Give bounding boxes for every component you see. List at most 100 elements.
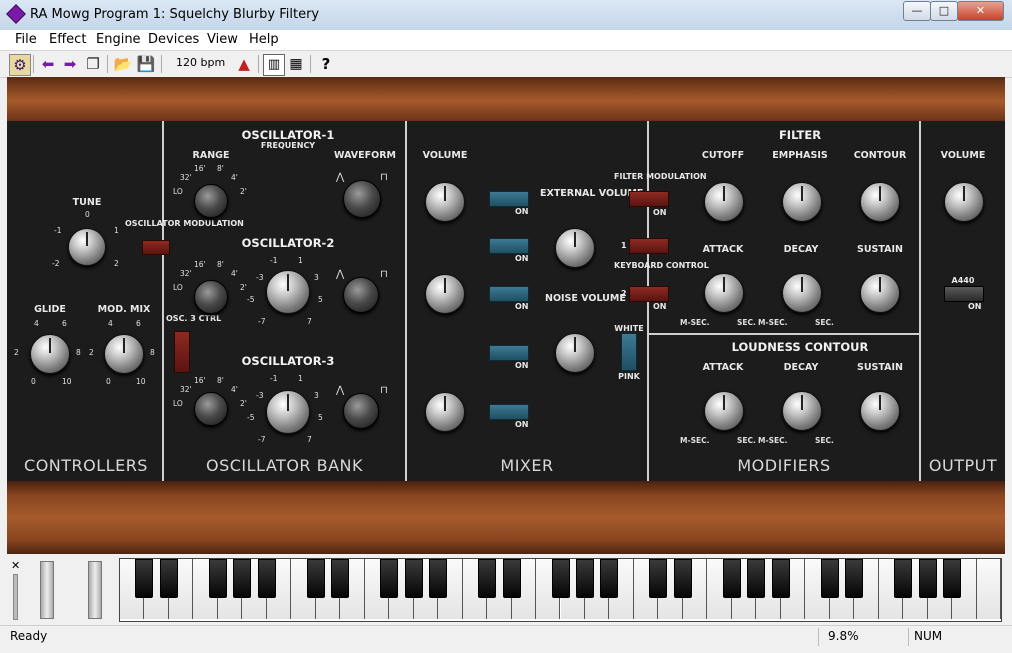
mixer-osc2-switch[interactable] bbox=[489, 286, 529, 302]
mixer-ext-switch[interactable] bbox=[489, 238, 529, 254]
black-key[interactable] bbox=[331, 559, 350, 598]
a440-switch[interactable] bbox=[944, 286, 984, 302]
black-key[interactable] bbox=[894, 559, 913, 598]
osc-mod-switch[interactable] bbox=[142, 240, 170, 255]
black-key[interactable] bbox=[771, 559, 790, 598]
black-key[interactable] bbox=[722, 559, 741, 598]
close-keyboard-icon[interactable]: ✕ bbox=[11, 559, 20, 572]
mixer-osc2-volume-knob[interactable] bbox=[425, 274, 465, 314]
modulation-wheel[interactable] bbox=[88, 561, 102, 619]
status-text: Ready bbox=[10, 629, 48, 643]
mixer-osc1-volume-knob[interactable] bbox=[425, 182, 465, 222]
white-key[interactable] bbox=[976, 559, 1001, 619]
osc1-range-knob[interactable] bbox=[194, 184, 228, 218]
osc3-frequency-knob[interactable] bbox=[266, 390, 310, 434]
menu-engine[interactable]: Engine bbox=[96, 32, 141, 47]
modmix-knob[interactable] bbox=[104, 334, 144, 374]
black-key[interactable] bbox=[575, 559, 594, 598]
black-key[interactable] bbox=[257, 559, 276, 598]
black-key[interactable] bbox=[845, 559, 864, 598]
black-key[interactable] bbox=[429, 559, 448, 598]
menu-help[interactable]: Help bbox=[249, 32, 279, 47]
tick-label: 8' bbox=[217, 164, 224, 173]
emphasis-knob[interactable] bbox=[782, 182, 822, 222]
loud-decay-knob[interactable] bbox=[782, 391, 822, 431]
black-key[interactable] bbox=[673, 559, 692, 598]
glide-knob[interactable] bbox=[30, 334, 70, 374]
pitch-bend-wheel[interactable] bbox=[40, 561, 54, 619]
black-key[interactable] bbox=[380, 559, 399, 598]
filter-attack-knob[interactable] bbox=[704, 273, 744, 313]
menu-devices[interactable]: Devices bbox=[148, 32, 199, 47]
black-key[interactable] bbox=[747, 559, 766, 598]
minimize-button[interactable]: — bbox=[903, 1, 931, 21]
mixer-osc3-volume-knob[interactable] bbox=[425, 392, 465, 432]
filter-decay-knob[interactable] bbox=[782, 273, 822, 313]
mixer-noise-switch[interactable] bbox=[489, 345, 529, 361]
mixer-osc1-switch[interactable] bbox=[489, 191, 529, 207]
osc1-title: OSCILLATOR-1 bbox=[241, 128, 335, 142]
black-key[interactable] bbox=[600, 559, 619, 598]
save-icon[interactable]: 💾 bbox=[136, 54, 156, 74]
keyboard-control-label: KEYBOARD CONTROL bbox=[614, 261, 709, 270]
open-folder-icon[interactable]: 📂 bbox=[113, 54, 133, 74]
panel-icon[interactable]: ▦ bbox=[286, 54, 306, 74]
black-key[interactable] bbox=[649, 559, 668, 598]
loud-attack-knob[interactable] bbox=[704, 391, 744, 431]
menu-file[interactable]: File bbox=[15, 32, 37, 47]
noise-color-switch[interactable] bbox=[621, 333, 637, 371]
black-key[interactable] bbox=[918, 559, 937, 598]
black-key[interactable] bbox=[306, 559, 325, 598]
filter-mod-label: FILTER MODULATION bbox=[614, 172, 707, 181]
osc3-range-knob[interactable] bbox=[194, 392, 228, 426]
menu-effect[interactable]: Effect bbox=[49, 32, 86, 47]
keyboard-icon[interactable]: ▥ bbox=[263, 54, 285, 76]
copy-icon[interactable]: ❐ bbox=[83, 54, 103, 74]
black-key[interactable] bbox=[233, 559, 252, 598]
osc3-ctrl-switch[interactable] bbox=[174, 331, 190, 373]
black-key[interactable] bbox=[478, 559, 497, 598]
black-key[interactable] bbox=[502, 559, 521, 598]
black-key[interactable] bbox=[551, 559, 570, 598]
tick-label: 4' bbox=[231, 385, 238, 394]
section-mixer: MIXER bbox=[500, 456, 554, 475]
osc2-waveform-knob[interactable] bbox=[343, 277, 379, 313]
tick-label: 10 bbox=[136, 377, 146, 386]
keyboard-control-2-switch[interactable] bbox=[629, 286, 669, 302]
metronome-icon[interactable]: ▲ bbox=[234, 54, 254, 74]
filter-sustain-knob[interactable] bbox=[860, 273, 900, 313]
black-key[interactable] bbox=[404, 559, 423, 598]
black-key[interactable] bbox=[208, 559, 227, 598]
device-icon[interactable]: ⚙ bbox=[9, 54, 31, 76]
contour-knob[interactable] bbox=[860, 182, 900, 222]
filter-mod-switch[interactable] bbox=[629, 191, 669, 207]
tick-label: 4 bbox=[108, 319, 113, 328]
forward-arrow-icon[interactable]: ➡ bbox=[60, 54, 80, 74]
external-volume-knob[interactable] bbox=[555, 228, 595, 268]
mixer-osc3-switch[interactable] bbox=[489, 404, 529, 420]
menu-view[interactable]: View bbox=[207, 32, 238, 47]
help-icon[interactable]: ? bbox=[316, 54, 336, 74]
piano-keyboard[interactable] bbox=[119, 558, 1002, 622]
black-key[interactable] bbox=[135, 559, 154, 598]
osc2-frequency-knob[interactable] bbox=[266, 270, 310, 314]
black-key[interactable] bbox=[159, 559, 178, 598]
tune-knob[interactable] bbox=[68, 228, 106, 266]
osc3-waveform-knob[interactable] bbox=[343, 393, 379, 429]
noise-volume-knob[interactable] bbox=[555, 333, 595, 373]
osc1-waveform-knob[interactable] bbox=[343, 180, 381, 218]
tempo-display[interactable]: 120 bpm bbox=[176, 56, 225, 69]
back-arrow-icon[interactable]: ⬅ bbox=[38, 54, 58, 74]
output-volume-knob[interactable] bbox=[944, 182, 984, 222]
loud-sustain-knob[interactable] bbox=[860, 391, 900, 431]
msec-label: M-SEC. bbox=[680, 318, 710, 327]
cutoff-knob[interactable] bbox=[704, 182, 744, 222]
mixer-volume-label: VOLUME bbox=[422, 150, 468, 161]
keyboard-control-1-switch[interactable] bbox=[629, 238, 669, 254]
status-bar: Ready 9.8% NUM bbox=[0, 625, 1012, 653]
black-key[interactable] bbox=[820, 559, 839, 598]
maximize-button[interactable]: □ bbox=[930, 1, 958, 21]
close-button[interactable]: ✕ bbox=[957, 1, 1004, 21]
black-key[interactable] bbox=[943, 559, 962, 598]
osc2-range-knob[interactable] bbox=[194, 280, 228, 314]
